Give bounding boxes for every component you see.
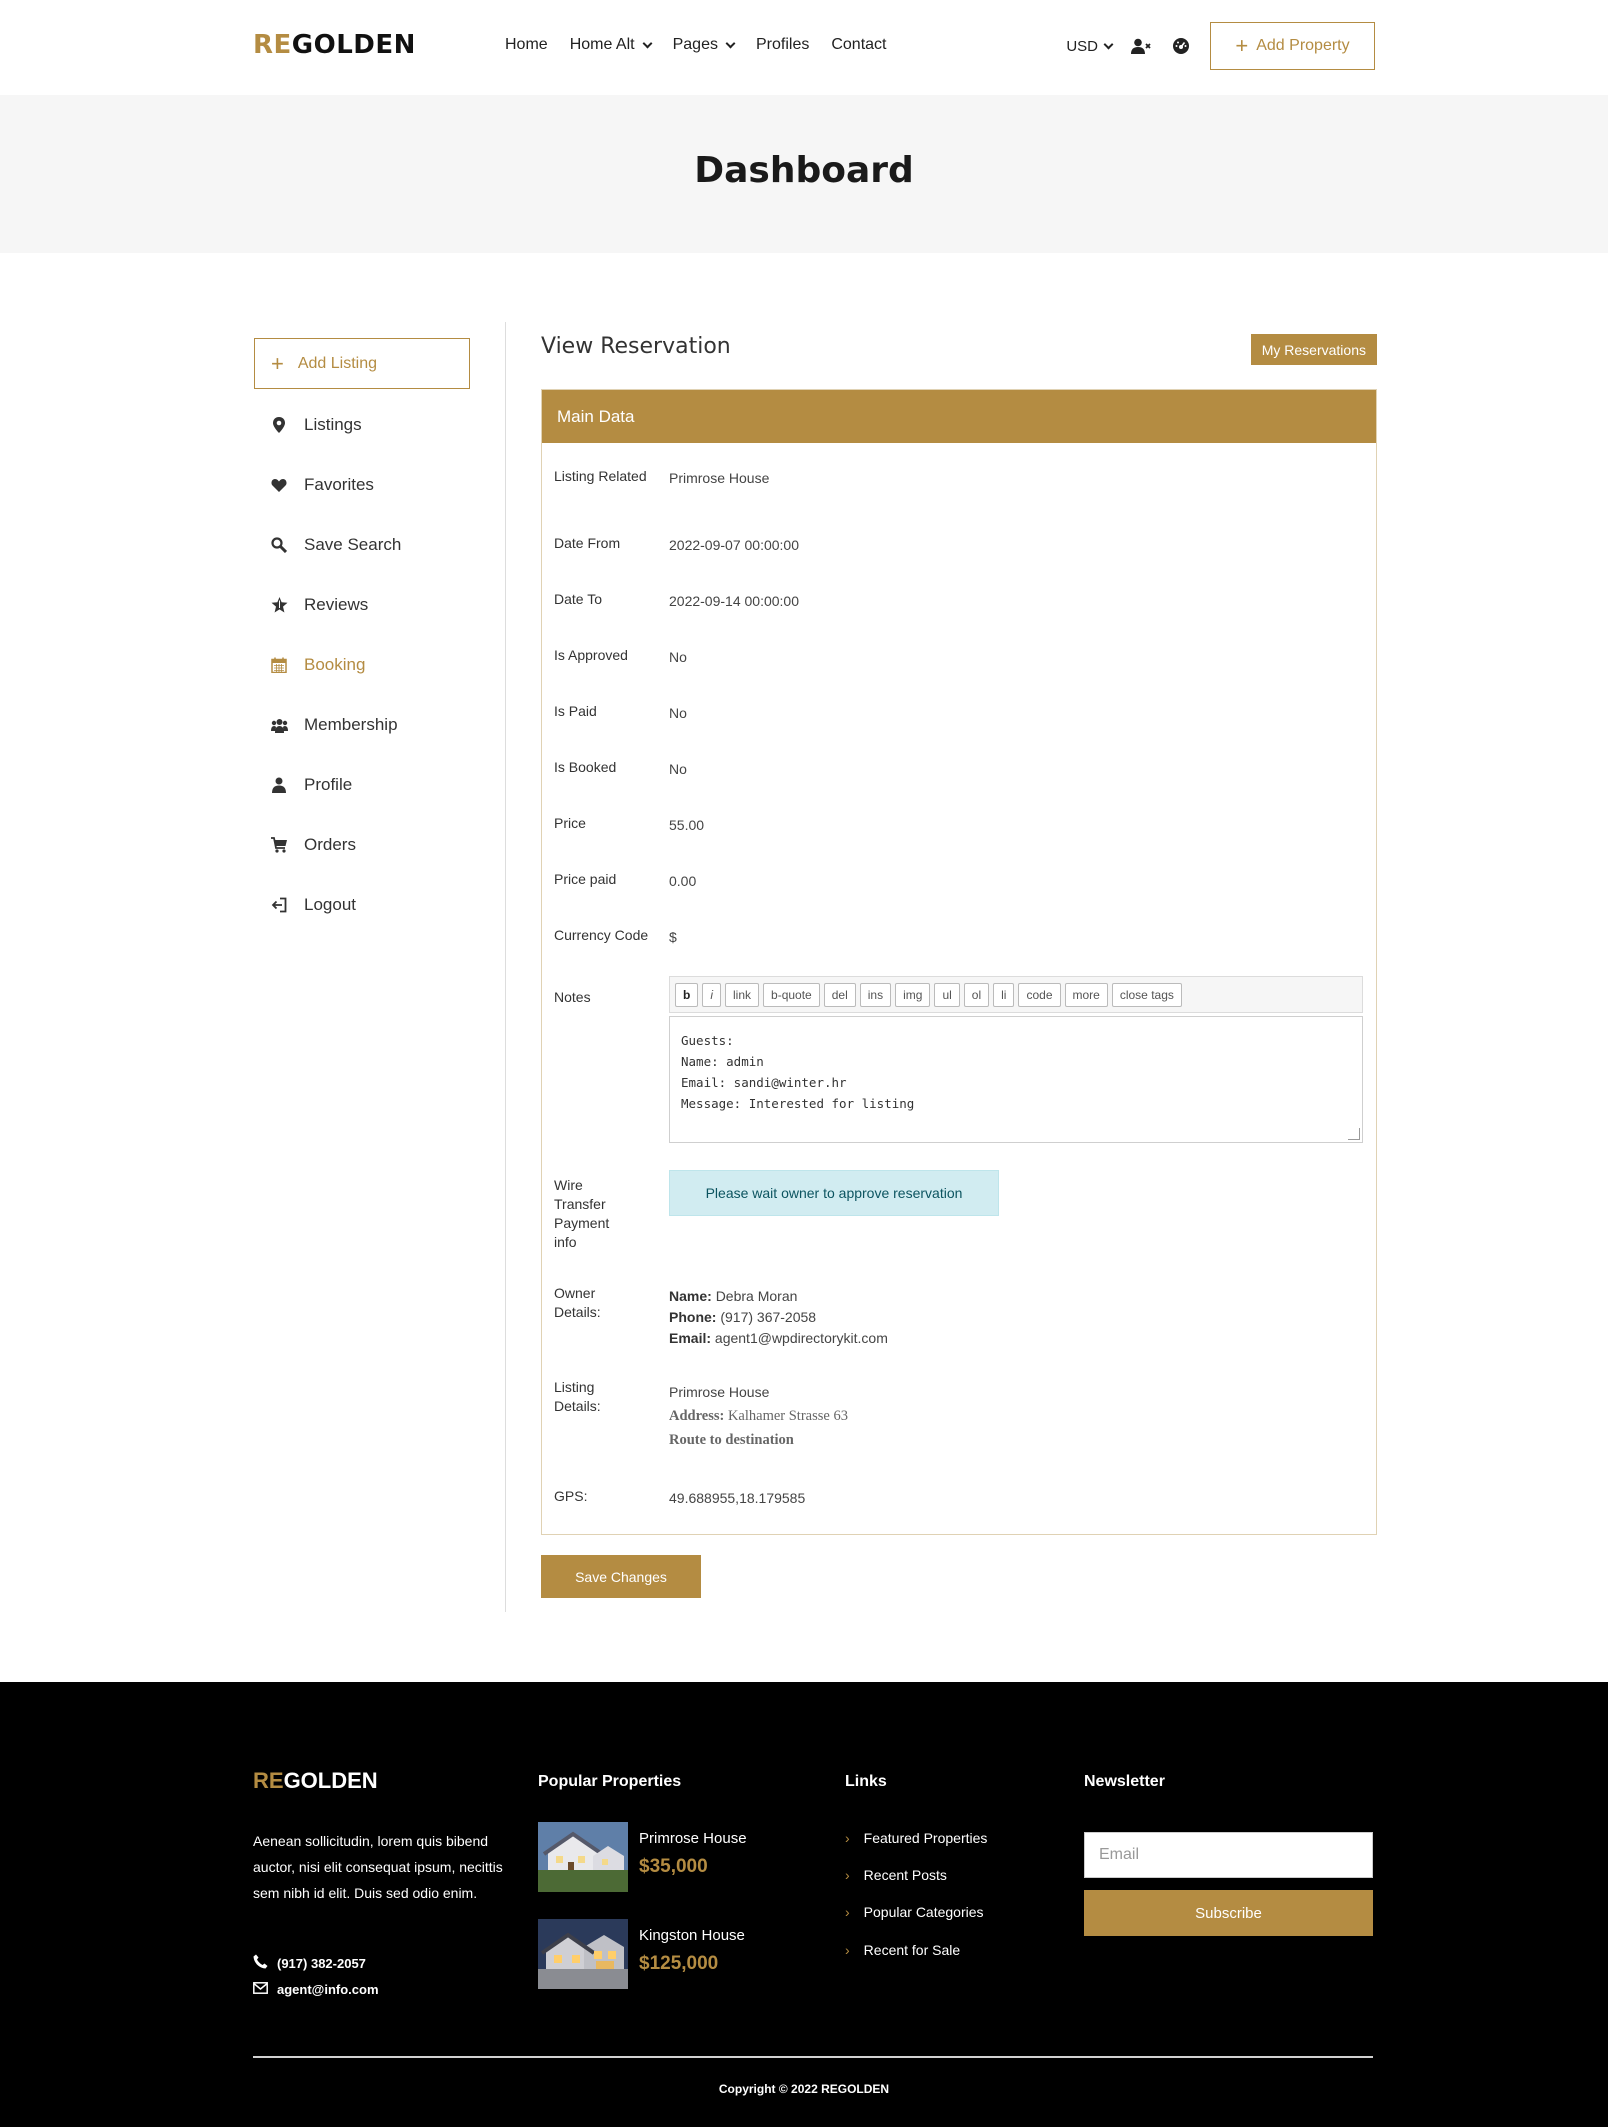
envelope-icon (253, 1982, 268, 1997)
save-changes-button[interactable]: Save Changes (541, 1555, 701, 1598)
search-icon (270, 536, 288, 554)
links-heading: Links (845, 1773, 887, 1790)
sidebar-item-booking[interactable]: Booking (254, 635, 470, 695)
sidebar-item-logout[interactable]: Logout (254, 875, 470, 935)
newsletter-heading: Newsletter (1084, 1773, 1165, 1790)
property-thumbnail (538, 1919, 628, 1989)
nav-contact[interactable]: Contact (831, 36, 886, 54)
toolbar-ol-button[interactable]: ol (963, 982, 990, 1007)
footer-phone[interactable]: (917) 382-2057 (253, 1954, 366, 1972)
footer-link-recent-posts[interactable]: › Recent Posts (845, 1867, 947, 1883)
view-reservation-title: View Reservation (541, 334, 731, 359)
footer-about: Aenean sollicitudin, lorem quis bibend a… (253, 1833, 503, 1901)
chevron-right-icon: › (845, 1942, 850, 1958)
main-nav: Home Home Alt Pages Profiles Contact (505, 36, 886, 54)
toolbar-ul-button[interactable]: ul (934, 982, 960, 1007)
nav-pages[interactable]: Pages (673, 36, 736, 54)
subscribe-button[interactable]: Subscribe (1084, 1890, 1373, 1936)
sidebar-item-profile[interactable]: Profile (254, 755, 470, 815)
plus-icon: + (1235, 33, 1249, 58)
popular-property-item[interactable]: Primrose House $35,000 (538, 1822, 747, 1892)
copyright-text: Copyright © 2022 REGOLDEN (718, 2082, 890, 2096)
nav-home-alt[interactable]: Home Alt (570, 36, 653, 54)
toolbar-img-button[interactable]: img (895, 982, 931, 1007)
footer-link-featured[interactable]: › Featured Properties (845, 1830, 987, 1846)
plus-icon: + (271, 350, 284, 376)
sidebar-item-membership[interactable]: Membership (254, 695, 470, 755)
popular-properties-heading: Popular Properties (538, 1773, 682, 1790)
toolbar-code-button[interactable]: code (1018, 982, 1061, 1007)
star-icon (270, 596, 288, 614)
nav-profiles[interactable]: Profiles (756, 36, 809, 54)
route-link[interactable]: Route to destination (669, 1428, 848, 1452)
chevron-right-icon: › (845, 1830, 850, 1846)
main-data-panel: Main Data Listing Related Primrose House… (541, 389, 1377, 1535)
toolbar-close-tags-button[interactable]: close tags (1111, 982, 1182, 1007)
page-banner: Dashboard (0, 95, 1608, 253)
sidebar-item-reviews[interactable]: Reviews (254, 575, 470, 635)
sidebar-divider (505, 322, 506, 1612)
sidebar-item-listings[interactable]: Listings (254, 395, 470, 455)
panel-header: Main Data (542, 390, 1376, 443)
sidebar-item-save-search[interactable]: Save Search (254, 515, 470, 575)
site-footer: REGOLDEN Aenean sollicitudin, lorem quis… (0, 1682, 1608, 2127)
toolbar-bquote-button[interactable]: b-quote (763, 982, 820, 1007)
heart-icon (270, 476, 288, 494)
footer-divider (253, 2056, 1373, 2058)
toolbar-del-button[interactable]: del (823, 982, 856, 1007)
toolbar-bold-button[interactable]: b (675, 982, 699, 1007)
chevron-down-icon (1103, 39, 1114, 49)
footer-link-popular-categories[interactable]: › Popular Categories (845, 1904, 984, 1920)
user-icon (270, 776, 288, 794)
sidebar-item-orders[interactable]: Orders (254, 815, 470, 875)
dashboard-icon[interactable] (1170, 35, 1192, 57)
footer-email[interactable]: agent@info.com (253, 1982, 379, 1997)
add-listing-button[interactable]: + Add Listing (254, 338, 470, 389)
logout-icon (270, 896, 288, 914)
toolbar-link-button[interactable]: link (725, 982, 760, 1007)
notes-editor: b i link b-quote del ins img ul ol li co… (669, 976, 1363, 1143)
chevron-right-icon: › (845, 1904, 850, 1920)
group-icon (270, 716, 288, 734)
cart-icon (270, 836, 288, 854)
header-actions: USD + Add Property (1066, 22, 1375, 70)
phone-icon (253, 1954, 268, 1972)
approval-alert: Please wait owner to approve reservation (669, 1170, 999, 1216)
toolbar-more-button[interactable]: more (1064, 982, 1108, 1007)
nav-home[interactable]: Home (505, 36, 548, 54)
chevron-down-icon (642, 38, 653, 48)
page-title: Dashboard (694, 150, 914, 191)
chevron-right-icon: › (845, 1867, 850, 1883)
user-remove-icon[interactable] (1130, 35, 1152, 57)
currency-select[interactable]: USD (1066, 38, 1114, 55)
toolbar-italic-button[interactable]: i (702, 982, 722, 1007)
map-pin-icon (270, 416, 288, 434)
chevron-down-icon (725, 38, 736, 48)
site-header: REGOLDEN Home Home Alt Pages Profiles Co… (0, 0, 1608, 95)
toolbar-ins-button[interactable]: ins (859, 982, 892, 1007)
toolbar-li-button[interactable]: li (993, 982, 1015, 1007)
newsletter-email-input[interactable]: Email (1084, 1832, 1373, 1878)
editor-toolbar: b i link b-quote del ins img ul ol li co… (669, 976, 1363, 1013)
owner-email-link[interactable]: agent1@wpdirectorykit.com (715, 1330, 888, 1346)
my-reservations-button[interactable]: My Reservations (1250, 334, 1377, 365)
footer-link-recent-sale[interactable]: › Recent for Sale (845, 1942, 960, 1958)
notes-textarea[interactable]: Guests: Name: admin Email: sandi@winter.… (669, 1016, 1363, 1143)
footer-logo[interactable]: REGOLDEN (253, 1768, 378, 1794)
owner-info: Name: Debra Moran Phone: (917) 367-2058 … (669, 1288, 888, 1346)
listing-info: Primrose House Address: Kalhamer Strasse… (669, 1380, 848, 1452)
site-logo[interactable]: REGOLDEN (253, 30, 416, 60)
sidebar-item-favorites[interactable]: Favorites (254, 455, 470, 515)
resize-handle[interactable] (1348, 1128, 1360, 1140)
add-property-button[interactable]: + Add Property (1210, 22, 1375, 70)
dashboard-sidebar: + Add Listing Listings Favorites Save Sea… (254, 338, 470, 935)
calendar-icon (270, 656, 288, 674)
property-thumbnail (538, 1822, 628, 1892)
popular-property-item[interactable]: Kingston House $125,000 (538, 1919, 745, 1989)
